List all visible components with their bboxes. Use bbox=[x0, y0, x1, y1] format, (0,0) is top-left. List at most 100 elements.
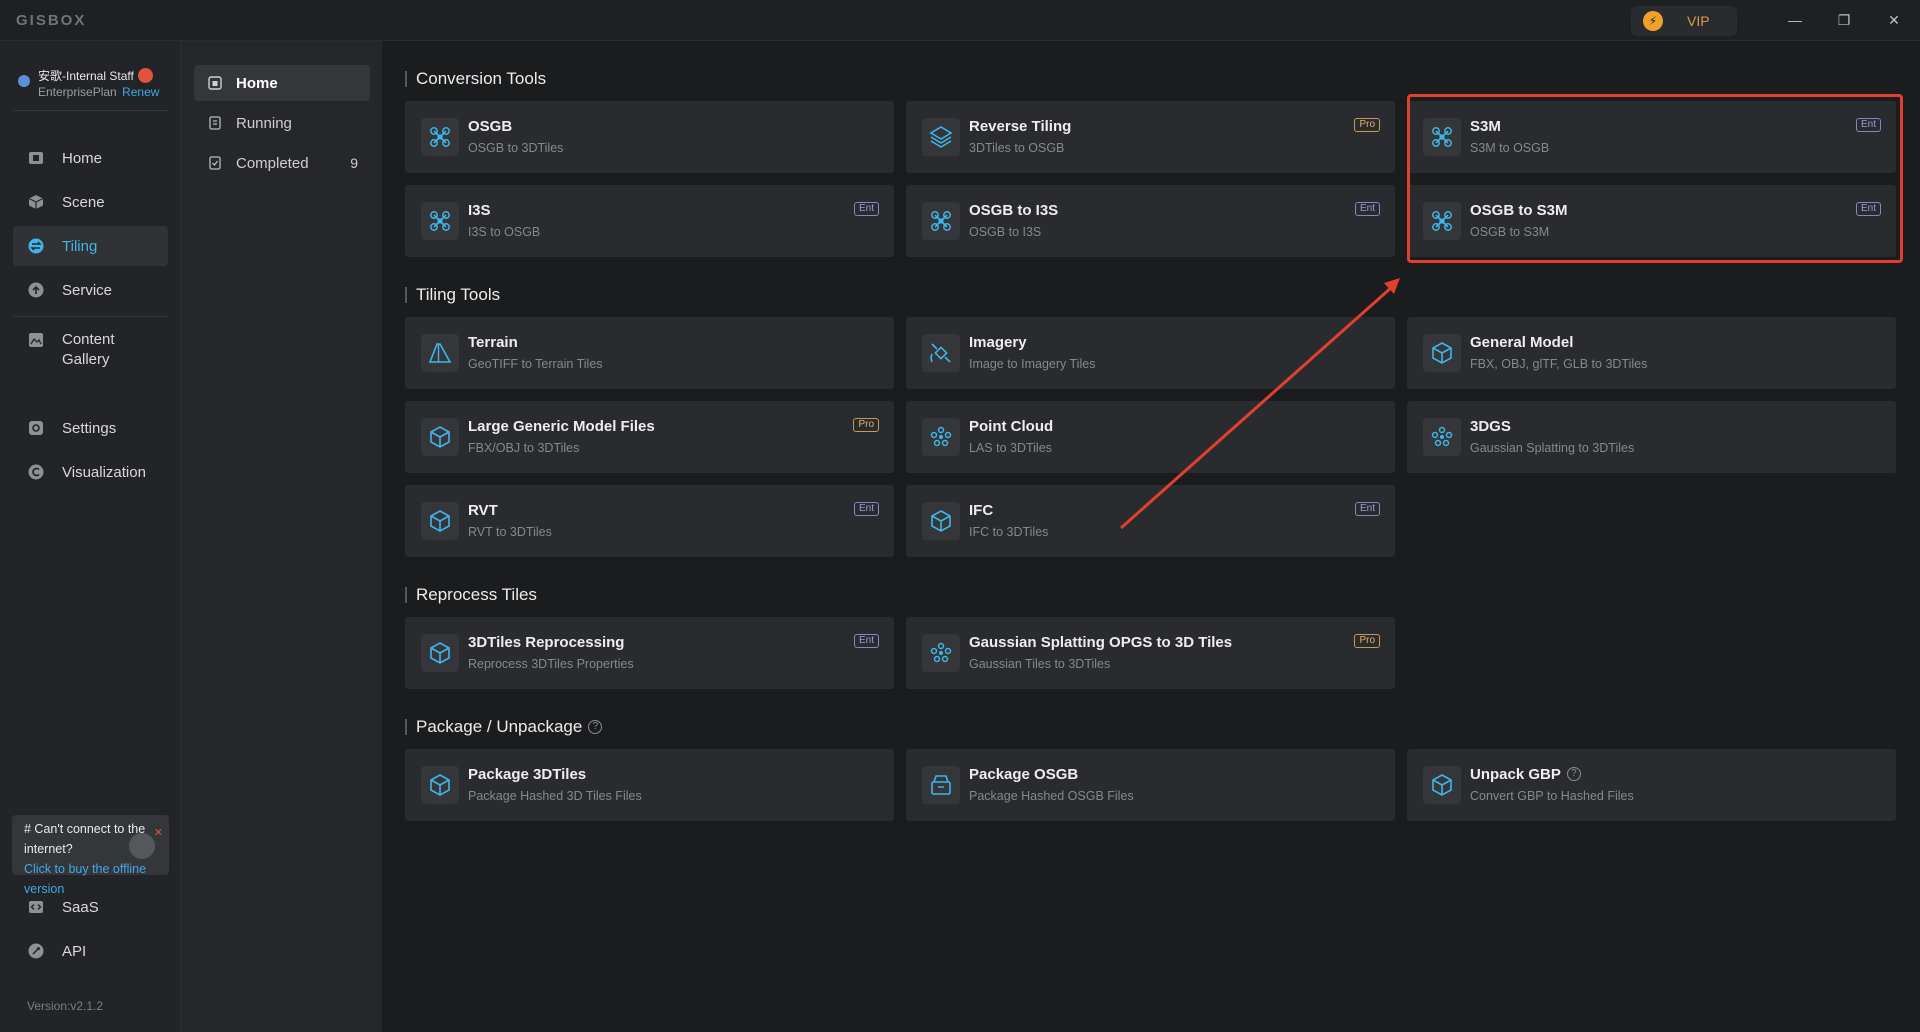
upload-icon bbox=[28, 282, 44, 298]
card-subtitle: S3M to OSGB bbox=[1470, 141, 1550, 155]
card-subtitle: Gaussian Splatting to 3DTiles bbox=[1470, 441, 1635, 455]
divider bbox=[13, 110, 168, 111]
tool-card-terrain[interactable]: Terrain GeoTIFF to Terrain Tiles bbox=[405, 317, 894, 389]
user-name: 安歌-Internal Staff bbox=[38, 69, 134, 83]
card-title: Terrain bbox=[468, 334, 518, 351]
nav-item-visualization[interactable]: Visualization bbox=[13, 452, 168, 492]
terrain-icon bbox=[421, 334, 459, 372]
help-icon[interactable]: ? bbox=[1566, 767, 1581, 782]
plan-badge: Pro bbox=[853, 418, 879, 432]
tool-card-osgb[interactable]: OSGB OSGB to 3DTiles bbox=[405, 101, 894, 173]
cube-icon bbox=[28, 194, 44, 210]
nav-item-api[interactable]: API bbox=[13, 931, 168, 971]
tool-card-rvt[interactable]: RVT RVT to 3DTiles Ent bbox=[405, 485, 894, 557]
card-subtitle: 3DTiles to OSGB bbox=[969, 141, 1065, 155]
tool-card-gaussian-splatting-opgs-to-3d-tiles[interactable]: Gaussian Splatting OPGS to 3D Tiles Gauss… bbox=[906, 617, 1395, 689]
vip-label: VIP bbox=[1687, 13, 1710, 29]
nav-label: Home bbox=[62, 149, 103, 167]
nav-label: Service bbox=[62, 281, 113, 299]
tool-card-osgb-to-s3m[interactable]: OSGB to S3M OSGB to S3M Ent bbox=[1407, 185, 1896, 257]
section-title-package: Package / Unpackage? bbox=[405, 718, 603, 735]
card-title: Package 3DTiles bbox=[468, 766, 587, 783]
gallery-icon bbox=[28, 332, 44, 348]
cube-icon bbox=[421, 418, 459, 456]
tool-card-osgb-to-i3s[interactable]: OSGB to I3S OSGB to I3S Ent bbox=[906, 185, 1395, 257]
card-subtitle: Image to Imagery Tiles bbox=[969, 357, 1096, 371]
tool-card-large-generic-model-files[interactable]: Large Generic Model Files FBX/OBJ to 3DTi… bbox=[405, 401, 894, 473]
close-icon[interactable]: ✕ bbox=[154, 823, 163, 843]
plan-badge: Pro bbox=[1354, 118, 1380, 132]
help-icon[interactable]: ? bbox=[588, 719, 603, 734]
plan-badge: Ent bbox=[853, 634, 879, 648]
nav-label: API bbox=[62, 942, 87, 960]
nav-item-content-gallery[interactable]: Content Gallery bbox=[13, 324, 168, 372]
card-subtitle: IFC to 3DTiles bbox=[969, 525, 1049, 539]
close-button[interactable]: ✕ bbox=[1879, 8, 1909, 32]
drone-icon bbox=[1423, 118, 1461, 156]
tool-card-ifc[interactable]: IFC IFC to 3DTiles Ent bbox=[906, 485, 1395, 557]
plan-badge: Pro bbox=[1354, 634, 1380, 648]
nav-label: Settings bbox=[62, 419, 117, 437]
tool-card-reverse-tiling[interactable]: Reverse Tiling 3DTiles to OSGB Pro bbox=[906, 101, 1395, 173]
nav-item-settings[interactable]: Settings bbox=[13, 408, 168, 448]
tool-card-3dtiles-reprocessing[interactable]: 3DTiles Reprocessing Reprocess 3DTiles Pr… bbox=[405, 617, 894, 689]
tool-card-unpack-gbp[interactable]: Unpack GBP? Convert GBP to Hashed Files bbox=[1407, 749, 1896, 821]
plan-badge: Ent bbox=[1354, 502, 1380, 516]
nav-item-saas[interactable]: SaaS bbox=[13, 887, 168, 927]
card-subtitle: OSGB to I3S bbox=[969, 225, 1042, 239]
code-icon bbox=[28, 899, 44, 915]
nav-item-service[interactable]: Service bbox=[13, 270, 168, 310]
subnav-item-home[interactable]: Home bbox=[194, 65, 370, 101]
vip-button[interactable]: ⚡ VIP bbox=[1631, 6, 1737, 36]
plan-badge: Ent bbox=[853, 202, 879, 216]
staff-badge-icon bbox=[137, 68, 153, 84]
card-title: Reverse Tiling bbox=[969, 118, 1072, 135]
card-subtitle: Reprocess 3DTiles Properties bbox=[468, 657, 634, 671]
card-subtitle: Convert GBP to Hashed Files bbox=[1470, 789, 1634, 803]
card-title: Imagery bbox=[969, 334, 1027, 351]
nav-label: Visualization bbox=[62, 463, 146, 481]
subnav-label: Completed bbox=[236, 154, 309, 172]
satellite-icon bbox=[922, 334, 960, 372]
card-subtitle: FBX, OBJ, glTF, GLB to 3DTiles bbox=[1470, 357, 1648, 371]
card-title: IFC bbox=[969, 502, 994, 519]
renew-link[interactable]: Renew bbox=[122, 85, 159, 99]
restore-button[interactable]: ❐ bbox=[1829, 8, 1859, 32]
card-subtitle: Gaussian Tiles to 3DTiles bbox=[969, 657, 1111, 671]
card-title: Large Generic Model Files bbox=[468, 418, 655, 435]
tool-card-package-osgb[interactable]: Package OSGB Package Hashed OSGB Files bbox=[906, 749, 1395, 821]
card-subtitle: FBX/OBJ to 3DTiles bbox=[468, 441, 580, 455]
avatar bbox=[18, 75, 30, 87]
nav-item-scene[interactable]: Scene bbox=[13, 182, 168, 222]
check-document-icon bbox=[208, 156, 222, 170]
section-title-reprocess: Reprocess Tiles bbox=[405, 586, 537, 603]
card-title: Package OSGB bbox=[969, 766, 1079, 783]
nav-item-home[interactable]: Home bbox=[13, 138, 168, 178]
offline-version-promo[interactable]: ✕ # Can't connect to the internet? Click… bbox=[12, 815, 169, 896]
card-subtitle: LAS to 3DTiles bbox=[969, 441, 1052, 455]
nav-item-tiling[interactable]: Tiling bbox=[13, 226, 168, 266]
tool-card-package-3dtiles[interactable]: Package 3DTiles Package Hashed 3D Tiles F… bbox=[405, 749, 894, 821]
app-version: Version:v2.1.2 bbox=[27, 999, 104, 1013]
tool-card-general-model[interactable]: General Model FBX, OBJ, glTF, GLB to 3DTi… bbox=[1407, 317, 1896, 389]
tool-card-point-cloud[interactable]: Point Cloud LAS to 3DTiles bbox=[906, 401, 1395, 473]
cube-icon bbox=[421, 634, 459, 672]
subnav-item-running[interactable]: Running bbox=[194, 105, 370, 141]
plan-badge: Ent bbox=[853, 502, 879, 516]
divider bbox=[13, 316, 168, 317]
nav-label: Tiling bbox=[62, 237, 98, 255]
home-icon bbox=[28, 150, 44, 166]
subnav-item-completed[interactable]: Completed 9 bbox=[194, 145, 370, 181]
card-title: Unpack GBP? bbox=[1470, 766, 1581, 783]
tool-card-i3s[interactable]: I3S I3S to OSGB Ent bbox=[405, 185, 894, 257]
tool-card-3dgs[interactable]: 3DGS Gaussian Splatting to 3DTiles bbox=[1407, 401, 1896, 473]
cube-icon bbox=[421, 502, 459, 540]
card-title: 3DGS bbox=[1470, 418, 1511, 435]
minimize-button[interactable]: — bbox=[1780, 8, 1810, 32]
cube-icon bbox=[922, 502, 960, 540]
tool-card-imagery[interactable]: Imagery Image to Imagery Tiles bbox=[906, 317, 1395, 389]
drone-icon bbox=[421, 118, 459, 156]
card-title: OSGB to S3M bbox=[1470, 202, 1568, 219]
point-cloud-icon bbox=[922, 418, 960, 456]
tool-card-s3m[interactable]: S3M S3M to OSGB Ent bbox=[1407, 101, 1896, 173]
